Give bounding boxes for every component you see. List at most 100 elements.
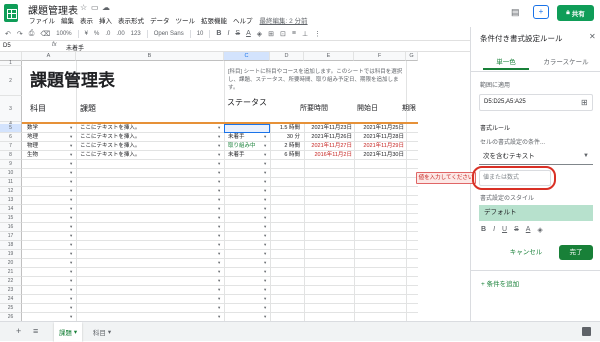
menu-help[interactable]: ヘルプ xyxy=(230,15,256,25)
cell-task[interactable]: ここにテキストを挿入。 xyxy=(80,133,200,141)
row-header[interactable]: 15 xyxy=(0,214,22,223)
cell-subject[interactable]: 物理 xyxy=(27,142,67,150)
add-rule-button[interactable]: + 条件を追加 xyxy=(481,278,519,288)
dropdown-arrow-icon[interactable]: ▾ xyxy=(264,206,266,212)
row-header[interactable]: 24 xyxy=(0,295,22,304)
cell-status[interactable]: 未着手 xyxy=(228,133,266,141)
dropdown-arrow-icon[interactable]: ▾ xyxy=(218,278,220,284)
row-header[interactable]: 17 xyxy=(0,232,22,241)
dropdown-arrow-icon[interactable]: ▾ xyxy=(264,305,266,311)
style-preview[interactable]: デフォルト xyxy=(479,205,593,221)
cell-start[interactable]: 2021年11月26日 xyxy=(304,133,352,141)
row-header[interactable]: 10 xyxy=(0,169,22,178)
dropdown-arrow-icon[interactable]: ▾ xyxy=(264,296,266,302)
dropdown-arrow-icon[interactable]: ▾ xyxy=(218,305,220,311)
menu-tools[interactable]: ツール xyxy=(173,15,199,25)
cloud-status-icon[interactable]: ☁ xyxy=(102,3,110,12)
row-header[interactable]: 5 xyxy=(0,124,22,133)
cell-due[interactable]: 2021年11月28日 xyxy=(354,133,404,141)
done-button[interactable]: 完了 xyxy=(559,245,593,260)
row-header[interactable]: 14 xyxy=(0,205,22,214)
dropdown-arrow-icon[interactable]: ▾ xyxy=(70,260,72,266)
dropdown-arrow-icon[interactable]: ▾ xyxy=(218,314,220,320)
column-header[interactable]: F xyxy=(354,52,406,61)
row-header[interactable]: 16 xyxy=(0,223,22,232)
text-color-icon[interactable]: A xyxy=(246,30,251,37)
column-header[interactable]: C xyxy=(224,52,270,61)
dropdown-arrow-icon[interactable]: ▾ xyxy=(70,143,72,149)
redo-icon[interactable]: ↷ xyxy=(17,30,23,38)
dropdown-arrow-icon[interactable]: ▾ xyxy=(218,197,220,203)
dropdown-arrow-icon[interactable]: ▾ xyxy=(218,206,220,212)
cell-task[interactable]: ここにテキストを挿入。 xyxy=(80,124,200,132)
formula-input[interactable]: 未着手 xyxy=(66,43,84,52)
dropdown-arrow-icon[interactable]: ▾ xyxy=(70,125,72,131)
column-header[interactable]: D xyxy=(270,52,304,61)
cell-duration[interactable]: 2 時間 xyxy=(270,142,300,150)
row-header[interactable]: 2 xyxy=(0,66,22,96)
move-folder-icon[interactable]: ▭ xyxy=(91,3,99,12)
dropdown-arrow-icon[interactable]: ▾ xyxy=(218,179,220,185)
row-header[interactable]: 3 xyxy=(0,96,22,122)
dropdown-arrow-icon[interactable]: ▾ xyxy=(218,269,220,275)
sheet-tab[interactable]: 科目 ▾ xyxy=(88,322,116,342)
dropdown-arrow-icon[interactable]: ▾ xyxy=(70,287,72,293)
menu-format[interactable]: 表示形式 xyxy=(115,15,147,25)
cell-start[interactable]: 2021年11月27日 xyxy=(304,142,352,150)
dropdown-arrow-icon[interactable]: ▾ xyxy=(264,161,266,167)
dropdown-arrow-icon[interactable]: ▾ xyxy=(70,305,72,311)
row-header[interactable]: 18 xyxy=(0,241,22,250)
dropdown-arrow-icon[interactable]: ▾ xyxy=(70,161,72,167)
dropdown-arrow-icon[interactable]: ▾ xyxy=(218,233,220,239)
row-header[interactable]: 25 xyxy=(0,304,22,313)
decrease-decimal-button[interactable]: .0 xyxy=(105,31,110,37)
menu-file[interactable]: ファイル xyxy=(26,15,58,25)
paint-format-icon[interactable]: ⌫ xyxy=(40,30,50,38)
selected-cell[interactable] xyxy=(224,124,270,133)
fill-color-icon[interactable]: ◈ xyxy=(257,30,262,38)
fill-color-icon[interactable]: ◈ xyxy=(537,226,542,234)
cell-task[interactable]: ここにテキストを挿入。 xyxy=(80,151,200,159)
text-color-icon[interactable]: A xyxy=(526,226,531,234)
row-header[interactable]: 19 xyxy=(0,250,22,259)
dropdown-arrow-icon[interactable]: ▾ xyxy=(70,179,72,185)
borders-icon[interactable]: ⊞ xyxy=(268,30,274,38)
last-edit-link[interactable]: 最終編集: 2 分前 xyxy=(256,15,308,25)
dropdown-arrow-icon[interactable]: ▾ xyxy=(218,215,220,221)
column-header[interactable]: B xyxy=(76,52,224,61)
sheets-logo-icon[interactable] xyxy=(4,4,18,22)
dropdown-arrow-icon[interactable]: ▾ xyxy=(70,269,72,275)
dropdown-arrow-icon[interactable]: ▾ xyxy=(264,179,266,185)
tab-single-color[interactable]: 単一色 xyxy=(476,56,536,66)
merge-cells-icon[interactable]: ⊡ xyxy=(280,30,286,38)
cell-due[interactable]: 2021年11月25日 xyxy=(354,124,404,132)
dropdown-arrow-icon[interactable]: ▾ xyxy=(70,152,72,158)
print-icon[interactable]: ⎙ xyxy=(29,30,35,38)
dropdown-arrow-icon[interactable]: ▾ xyxy=(264,260,266,266)
bold-icon[interactable]: B xyxy=(216,30,221,37)
row-header[interactable]: 8 xyxy=(0,151,22,160)
dropdown-arrow-icon[interactable]: ▾ xyxy=(70,314,72,320)
dropdown-arrow-icon[interactable]: ▾ xyxy=(218,134,220,140)
cell-due[interactable]: 2021年11月30日 xyxy=(354,151,404,159)
dropdown-arrow-icon[interactable]: ▾ xyxy=(218,143,220,149)
dropdown-arrow-icon[interactable]: ▾ xyxy=(264,224,266,230)
dropdown-arrow-icon[interactable]: ▾ xyxy=(70,233,72,239)
cancel-button[interactable]: キャンセル xyxy=(501,245,551,260)
menu-view[interactable]: 表示 xyxy=(77,15,96,25)
dropdown-arrow-icon[interactable]: ▾ xyxy=(70,224,72,230)
dropdown-arrow-icon[interactable]: ▾ xyxy=(218,125,220,131)
add-sheet-icon[interactable]: + xyxy=(16,326,21,336)
dropdown-arrow-icon[interactable]: ▾ xyxy=(70,188,72,194)
bold-icon[interactable]: B xyxy=(481,226,486,234)
column-header[interactable]: G xyxy=(406,52,418,61)
more-formats-button[interactable]: 123 xyxy=(131,31,141,37)
comment-icon[interactable]: ▤ xyxy=(511,7,520,18)
dropdown-arrow-icon[interactable]: ▾ xyxy=(264,233,266,239)
more-options-icon[interactable]: ⋮ xyxy=(314,30,321,38)
dropdown-arrow-icon[interactable]: ▾ xyxy=(70,134,72,140)
dropdown-arrow-icon[interactable]: ▾ xyxy=(70,206,72,212)
dropdown-arrow-icon[interactable]: ▾ xyxy=(264,188,266,194)
percent-button[interactable]: % xyxy=(94,31,99,37)
name-box[interactable]: D5 xyxy=(3,43,43,49)
